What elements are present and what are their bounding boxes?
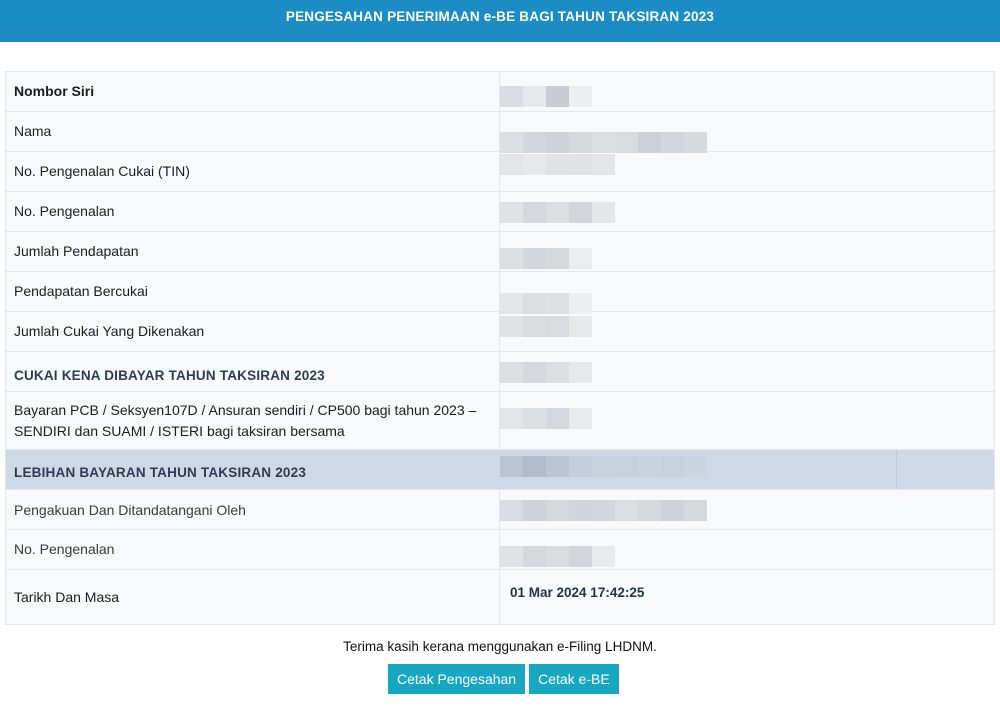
row-name: Nama: [6, 112, 994, 153]
row-label: Bayaran PCB / Seksyen107D / Ansuran send…: [6, 392, 500, 449]
row-value-redacted: [500, 450, 994, 489]
row-value-redacted: [500, 490, 994, 529]
row-declarant-id: No. Pengenalan: [6, 530, 994, 570]
row-value: 01 Mar 2024 17:42:25: [500, 570, 994, 624]
row-label: No. Pengenalan: [6, 530, 500, 569]
row-value-redacted: [500, 72, 994, 111]
row-label: Jumlah Cukai Yang Dikenakan: [6, 312, 500, 351]
row-date-time: Tarikh Dan Masa 01 Mar 2024 17:42:25: [6, 570, 994, 624]
thank-you-message: Terima kasih kerana menggunakan e-Filing…: [343, 639, 657, 654]
row-label: No. Pengenalan Cukai (TIN): [6, 152, 500, 191]
submission-datetime: 01 Mar 2024 17:42:25: [510, 585, 645, 600]
print-confirmation-button[interactable]: Cetak Pengesahan: [388, 664, 526, 694]
row-value-redacted: [500, 530, 994, 569]
row-label: Pengakuan Dan Ditandatangani Oleh: [6, 490, 500, 529]
row-label: Nama: [6, 112, 500, 151]
page-title: PENGESAHAN PENERIMAAN e-BE BAGI TAHUN TA…: [285, 9, 715, 24]
row-taxable-income: Pendapatan Bercukai: [6, 272, 994, 314]
row-label: Jumlah Pendapatan: [6, 232, 500, 271]
row-value-redacted: [500, 272, 994, 314]
section-heading: CUKAI KENA DIBAYAR TAHUN TAKSIRAN 2023: [6, 352, 500, 391]
row-tin: No. Pengenalan Cukai (TIN): [6, 152, 994, 192]
page-header: PENGESAHAN PENERIMAAN e-BE BAGI TAHUN TA…: [0, 0, 1000, 42]
print-ebe-button[interactable]: Cetak e-BE: [529, 664, 619, 694]
row-id-number: No. Pengenalan: [6, 192, 994, 232]
row-value-redacted: [500, 152, 994, 191]
row-value-redacted: [500, 392, 994, 449]
row-value-redacted: [500, 232, 994, 271]
row-label: No. Pengenalan: [6, 192, 500, 231]
row-pcb-payments: Bayaran PCB / Seksyen107D / Ansuran send…: [6, 392, 994, 450]
row-value-redacted: [500, 312, 994, 351]
row-tax-charged: Jumlah Cukai Yang Dikenakan: [6, 312, 994, 352]
action-buttons: Cetak Pengesahan Cetak e-BE: [388, 664, 619, 694]
section-heading: LEBIHAN BAYARAN TAHUN TAKSIRAN 2023: [14, 465, 307, 480]
row-label: Pendapatan Bercukai: [6, 272, 500, 311]
row-declared-by: Pengakuan Dan Ditandatangani Oleh: [6, 490, 994, 530]
row-label: Nombor Siri: [6, 72, 500, 111]
confirmation-table: Nombor Siri Nama No. Pengenalan Cukai (T…: [5, 71, 995, 625]
row-value-redacted: [500, 352, 994, 391]
row-total-income: Jumlah Pendapatan: [6, 232, 994, 272]
row-tax-payable: CUKAI KENA DIBAYAR TAHUN TAKSIRAN 2023: [6, 352, 994, 392]
row-value-redacted: [500, 112, 994, 153]
row-label: Tarikh Dan Masa: [6, 570, 500, 624]
row-value-redacted: [500, 192, 994, 231]
row-overpayment: LEBIHAN BAYARAN TAHUN TAKSIRAN 2023: [6, 450, 994, 490]
row-serial-number: Nombor Siri: [6, 72, 994, 112]
